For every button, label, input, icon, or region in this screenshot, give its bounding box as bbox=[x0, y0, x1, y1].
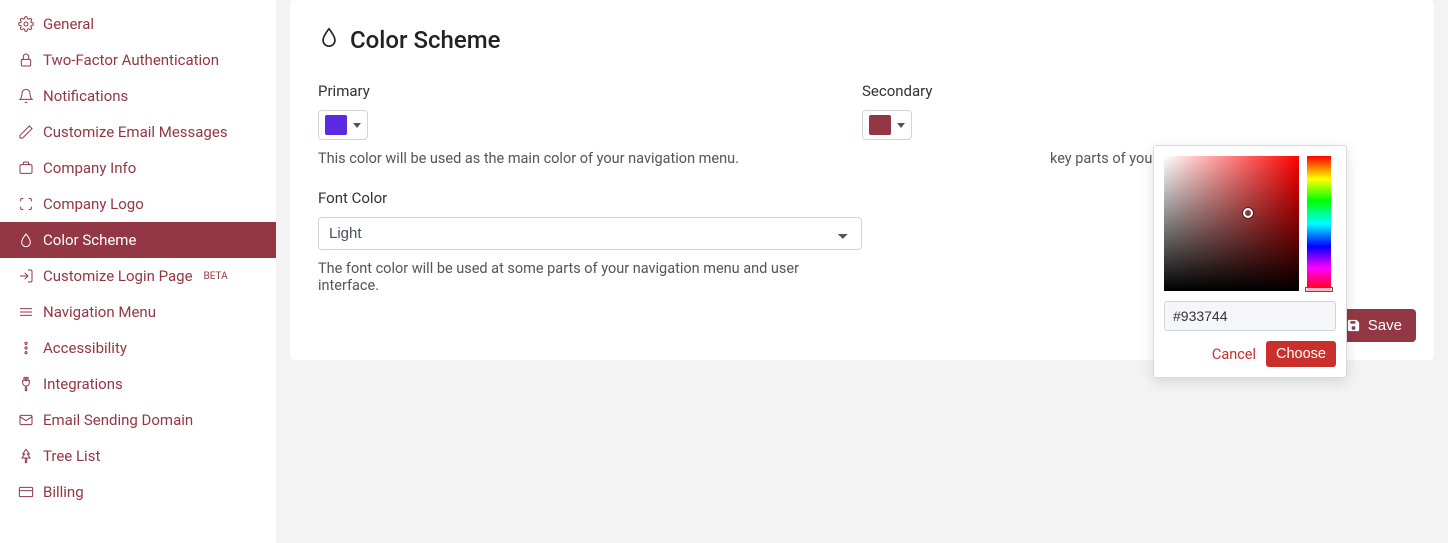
sidebar-item-navigation-menu[interactable]: Navigation Menu bbox=[0, 294, 276, 330]
sidebar-item-notifications[interactable]: Notifications bbox=[0, 78, 276, 114]
sidebar-item-label: Company Logo bbox=[43, 195, 144, 213]
sidebar-item-label: Tree List bbox=[43, 447, 100, 465]
briefcase-icon bbox=[18, 160, 34, 176]
font-color-help-text: The font color will be used at some part… bbox=[318, 260, 862, 294]
sidebar-item-label: General bbox=[43, 15, 94, 33]
sidebar-item-label: Billing bbox=[43, 483, 84, 501]
hex-input[interactable] bbox=[1164, 301, 1336, 331]
plug-icon bbox=[18, 376, 34, 392]
sidebar-item-label: Color Scheme bbox=[43, 231, 136, 249]
secondary-label: Secondary bbox=[862, 82, 1406, 100]
page-title-text: Color Scheme bbox=[350, 26, 500, 54]
chevron-down-icon bbox=[353, 123, 361, 128]
sidebar-item-company-logo[interactable]: Company Logo bbox=[0, 186, 276, 222]
pencil-icon bbox=[18, 124, 34, 140]
choose-button[interactable]: Choose bbox=[1266, 341, 1336, 367]
secondary-color-button[interactable] bbox=[862, 110, 912, 140]
sidebar-item-general[interactable]: General bbox=[0, 6, 276, 42]
menu-icon bbox=[18, 304, 34, 320]
font-color-label: Font Color bbox=[318, 189, 862, 207]
secondary-swatch bbox=[869, 115, 891, 135]
beta-badge: BETA bbox=[204, 271, 228, 282]
login-icon bbox=[18, 268, 34, 284]
sidebar-item-customize-email-messages[interactable]: Customize Email Messages bbox=[0, 114, 276, 150]
sidebar-item-label: Customize Login Page bbox=[43, 267, 193, 285]
primary-help-text: This color will be used as the main colo… bbox=[318, 150, 862, 167]
color-picker-popover: Cancel Choose bbox=[1153, 145, 1347, 378]
bell-icon bbox=[18, 88, 34, 104]
mail-icon bbox=[18, 412, 34, 428]
dots-vertical-icon bbox=[18, 340, 34, 356]
sidebar-item-color-scheme[interactable]: Color Scheme bbox=[0, 222, 276, 258]
sidebar-item-label: Two-Factor Authentication bbox=[43, 51, 219, 69]
sidebar-item-email-sending-domain[interactable]: Email Sending Domain bbox=[0, 402, 276, 438]
sidebar-item-billing[interactable]: Billing bbox=[0, 474, 276, 510]
sidebar-item-company-info[interactable]: Company Info bbox=[0, 150, 276, 186]
color-scheme-panel: Color Scheme Primary This color will be … bbox=[290, 0, 1434, 360]
sv-cursor bbox=[1243, 208, 1253, 218]
frame-icon bbox=[18, 196, 34, 212]
primary-label: Primary bbox=[318, 82, 862, 100]
sidebar-item-label: Navigation Menu bbox=[43, 303, 156, 321]
page-title: Color Scheme bbox=[318, 26, 1406, 54]
card-icon bbox=[18, 484, 34, 500]
primary-color-section: Primary This color will be used as the m… bbox=[318, 82, 862, 294]
sidebar: General Two-Factor Authentication Notifica… bbox=[0, 0, 276, 543]
hue-handle bbox=[1305, 287, 1333, 292]
saturation-value-panel[interactable] bbox=[1164, 156, 1299, 291]
hue-slider[interactable] bbox=[1307, 156, 1331, 291]
main-content: Color Scheme Primary This color will be … bbox=[276, 0, 1448, 543]
sidebar-item-label: Integrations bbox=[43, 375, 123, 393]
gear-icon bbox=[18, 16, 34, 32]
sidebar-item-label: Customize Email Messages bbox=[43, 123, 228, 141]
sidebar-item-label: Email Sending Domain bbox=[43, 411, 193, 429]
sidebar-item-integrations[interactable]: Integrations bbox=[0, 366, 276, 402]
primary-color-button[interactable] bbox=[318, 110, 368, 140]
font-color-select[interactable]: Light bbox=[318, 217, 862, 250]
sidebar-item-accessibility[interactable]: Accessibility bbox=[0, 330, 276, 366]
drop-icon bbox=[318, 26, 340, 54]
save-button-label: Save bbox=[1368, 317, 1402, 334]
primary-swatch bbox=[325, 115, 347, 135]
sidebar-item-customize-login-page[interactable]: Customize Login Page BETA bbox=[0, 258, 276, 294]
cancel-button[interactable]: Cancel bbox=[1212, 346, 1256, 363]
drop-icon bbox=[18, 232, 34, 248]
lock-icon bbox=[18, 52, 34, 68]
sidebar-item-label: Notifications bbox=[43, 87, 128, 105]
font-color-section: Font Color Light The font color will be … bbox=[318, 189, 862, 294]
save-icon bbox=[1346, 318, 1361, 333]
sidebar-item-label: Company Info bbox=[43, 159, 136, 177]
tree-icon bbox=[18, 448, 34, 464]
chevron-down-icon bbox=[897, 123, 905, 128]
sidebar-item-label: Accessibility bbox=[43, 339, 127, 357]
sidebar-item-two-factor-authentication[interactable]: Two-Factor Authentication bbox=[0, 42, 276, 78]
sidebar-item-tree-list[interactable]: Tree List bbox=[0, 438, 276, 474]
